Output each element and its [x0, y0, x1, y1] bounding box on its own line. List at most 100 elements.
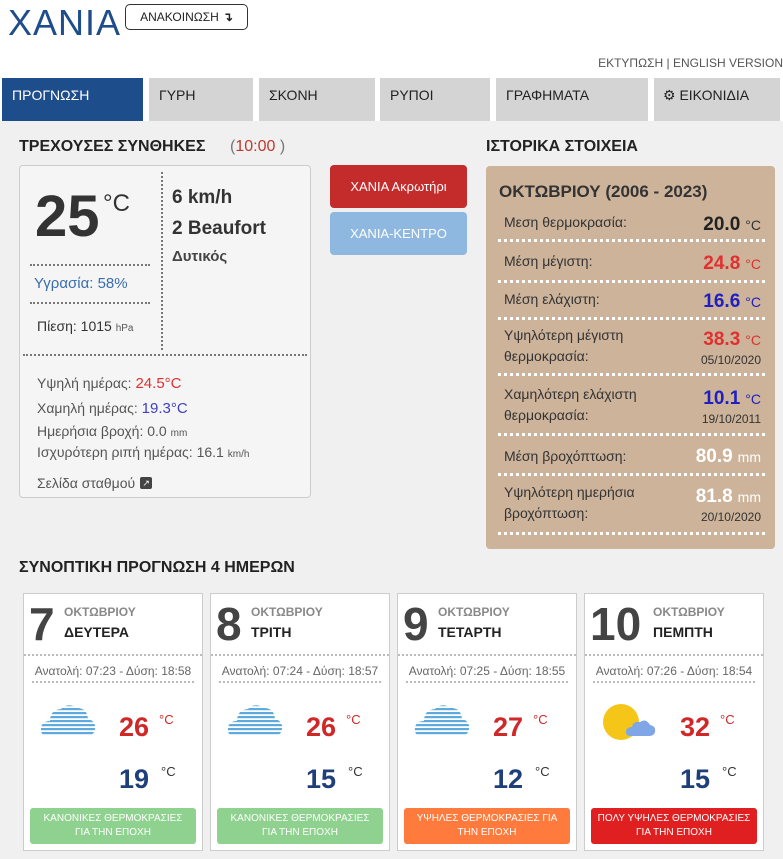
cloud-icon — [414, 702, 470, 743]
history-row-label: Μέση μέγιστη: — [504, 253, 593, 269]
day-high: Υψηλή ημέρας: 24.5°C — [37, 375, 182, 392]
max-gust-unit: km/h — [227, 449, 250, 460]
min-temp-unit: °C — [348, 764, 363, 779]
tab-dust[interactable]: ΣΚΟΝΗ — [259, 78, 375, 121]
divider — [161, 172, 163, 350]
day-low-label: Χαμηλή ημέρας: — [37, 400, 138, 416]
forecast-card: 10 ΟΚΤΩΒΡΙΟΥ ΠΕΜΠΤΗ Ανατολή: 07:26 - Δύση: … — [584, 593, 764, 851]
divider — [30, 302, 150, 304]
max-temp-unit: °C — [346, 712, 361, 727]
forecast-card: 9 ΟΚΤΩΒΡΙΟΥ ΤΕΤΑΡΤΗ Ανατολή: 07:25 - Δύση: … — [397, 593, 577, 851]
english-version-link[interactable]: ENGLISH VERSION — [673, 56, 783, 70]
day-number: 10 — [590, 598, 642, 650]
history-value-number: 16.6 — [703, 291, 741, 312]
history-row-date: 20/10/2020 — [700, 510, 761, 524]
min-temp: 15 °C — [680, 764, 737, 795]
current-temperature: 25 — [35, 184, 100, 249]
pressure-value: Πίεση: 1015 — [37, 318, 112, 334]
daily-rain-label: Ημερήσια βροχή: 0.0 — [37, 423, 167, 439]
station-link-label: Σελίδα σταθμού — [37, 475, 136, 491]
history-row-value: 20.0 °C — [703, 214, 761, 236]
history-row: Μέση βροχόπτωση: 80.9 mm — [498, 440, 765, 476]
min-temp-unit: °C — [722, 764, 737, 779]
min-temp-value: 15 — [306, 764, 337, 794]
history-row-label: Υψηλότερη μέγιστη θερμοκρασία: — [504, 327, 624, 364]
history-value-unit: °C — [745, 294, 761, 310]
wind-direction: Δυτικός — [172, 248, 228, 265]
tab-label: ΓΥΡΗ — [159, 87, 196, 103]
sunrise-sunset: Ανατολή: 07:23 - Δύση: 18:58 — [24, 654, 202, 678]
history-title: ΟΚΤΩΒΡΙΟΥ (2006 - 2023) — [499, 182, 708, 201]
history-row: Μέση μέγιστη: 24.8 °C — [498, 245, 765, 283]
sun-cloud-icon — [601, 702, 657, 751]
history-row: Μεση θερμοκρασία: 20.0 °C — [498, 206, 765, 242]
tab-pollen[interactable]: ΓΥΡΗ — [149, 78, 253, 121]
station-center-button[interactable]: ΧΑΝΙΑ-ΚΕΝΤΡΟ — [330, 212, 467, 255]
history-value-number: 10.1 — [703, 388, 741, 409]
history-value-unit: °C — [745, 332, 761, 348]
history-row-value: 16.6 °C — [703, 291, 761, 313]
day-name: ΠΕΜΠΤΗ — [653, 624, 713, 640]
station-page-link[interactable]: Σελίδα σταθμού ↗ — [37, 475, 153, 491]
day-name: ΔΕΥΤΕΡΑ — [64, 624, 130, 640]
max-gust-label: Ισχυρότερη ριπή ημέρας: 16.1 — [37, 444, 224, 460]
history-value-number: 80.9 — [695, 446, 733, 467]
history-row-label: Υψηλότερη ημερήσια βροχόπτωση: — [504, 484, 635, 521]
gear-icon: ⚙ — [663, 87, 676, 103]
external-link-icon: ↗ — [140, 477, 153, 489]
min-temp-value: 15 — [680, 764, 711, 794]
history-value-unit: mm — [737, 489, 761, 505]
cloud-icon — [40, 702, 96, 743]
min-temp-value: 12 — [493, 764, 524, 794]
wind-speed: 6 km/h — [172, 187, 233, 208]
history-value-number: 20.0 — [703, 214, 741, 235]
announcement-button[interactable]: ΑΝΑΚΟΙΝΩΣΗ ↴ — [125, 4, 248, 30]
temperature-badge: ΥΨΗΛΕΣ ΘΕΡΜΟΚΡΑΣΙΕΣ ΓΙΑ ΤΗΝ ΕΠΟΧΗ — [404, 808, 570, 844]
history-value-unit: °C — [745, 391, 761, 407]
min-temp-unit: °C — [161, 764, 176, 779]
time-value: 10:00 — [235, 138, 276, 155]
station-akrotiri-button[interactable]: ΧΑΝΙΑ Ακρωτήρι — [330, 165, 467, 208]
day-month: ΟΚΤΩΒΡΙΟΥ — [438, 605, 510, 619]
tab-label: ΣΚΟΝΗ — [269, 87, 318, 103]
temperature-badge: ΚΑΝΟΝΙΚΕΣ ΘΕΡΜΟΚΡΑΣΙΕΣ ΓΙΑ ΤΗΝ ΕΠΟΧΗ — [30, 808, 196, 844]
history-row: Μέση ελάχιστη: 16.6 °C — [498, 283, 765, 320]
history-row-value: 10.1 °C — [703, 388, 761, 410]
divider — [593, 681, 755, 683]
day-low-value: 19.3°C — [141, 400, 188, 417]
history-heading: ΙΣΤΟΡΙΚΑ ΣΤΟΙΧΕΙΑ — [486, 138, 638, 155]
history-row-label: Μέση βροχόπτωση: — [504, 448, 627, 464]
day-name: ΤΕΤΑΡΤΗ — [438, 624, 502, 640]
cloud-icon — [227, 702, 283, 743]
min-temp: 19 °C — [119, 764, 176, 795]
day-month: ΟΚΤΩΒΡΙΟΥ — [653, 605, 725, 619]
wind-beaufort: 2 Beaufort — [172, 218, 266, 239]
tab-widgets[interactable]: ⚙ ΕΙΚΟΝΙΔΙΑ — [654, 78, 780, 121]
max-temp-value: 26 — [119, 712, 150, 742]
tab-forecast[interactable]: ΠΡΟΓΝΩΣΗ — [2, 78, 143, 121]
history-row-value: 81.8 mm — [696, 486, 761, 508]
history-row-value: 24.8 °C — [703, 253, 761, 275]
history-value-unit: °C — [745, 217, 761, 233]
tab-label: ΠΡΟΓΝΩΣΗ — [12, 87, 90, 103]
tab-charts[interactable]: ΓΡΑΦΗΜΑΤΑ — [496, 78, 648, 121]
divider — [32, 681, 194, 683]
max-temp: 32 °C — [680, 712, 735, 743]
history-row-value: 38.3 °C — [703, 329, 761, 351]
sunrise-sunset: Ανατολή: 07:25 - Δύση: 18:55 — [398, 654, 576, 678]
history-value-unit: °C — [745, 256, 761, 272]
history-row: Υψηλότερη ημερήσια βροχόπτωση: 81.8 mm 20/1… — [498, 478, 765, 535]
daily-rain: Ημερήσια βροχή: 0.0 mm — [37, 423, 187, 439]
history-row-label: Χαμηλότερη ελάχιστη θερμοκρασία: — [504, 386, 637, 423]
max-temp-value: 32 — [680, 712, 711, 742]
print-link[interactable]: ΕΚΤΥΠΩΣΗ — [598, 56, 663, 70]
announcement-label: ΑΝΑΚΟΙΝΩΣΗ — [140, 10, 219, 24]
history-value-number: 81.8 — [695, 486, 733, 507]
day-high-label: Υψηλή ημέρας: — [37, 375, 132, 391]
min-temp: 12 °C — [493, 764, 550, 795]
paren-close: ) — [279, 138, 286, 155]
separator: | — [666, 56, 670, 70]
max-temp: 26 °C — [306, 712, 361, 743]
divider — [23, 354, 307, 356]
tab-pollutants[interactable]: ΡΥΠΟΙ — [380, 78, 490, 121]
